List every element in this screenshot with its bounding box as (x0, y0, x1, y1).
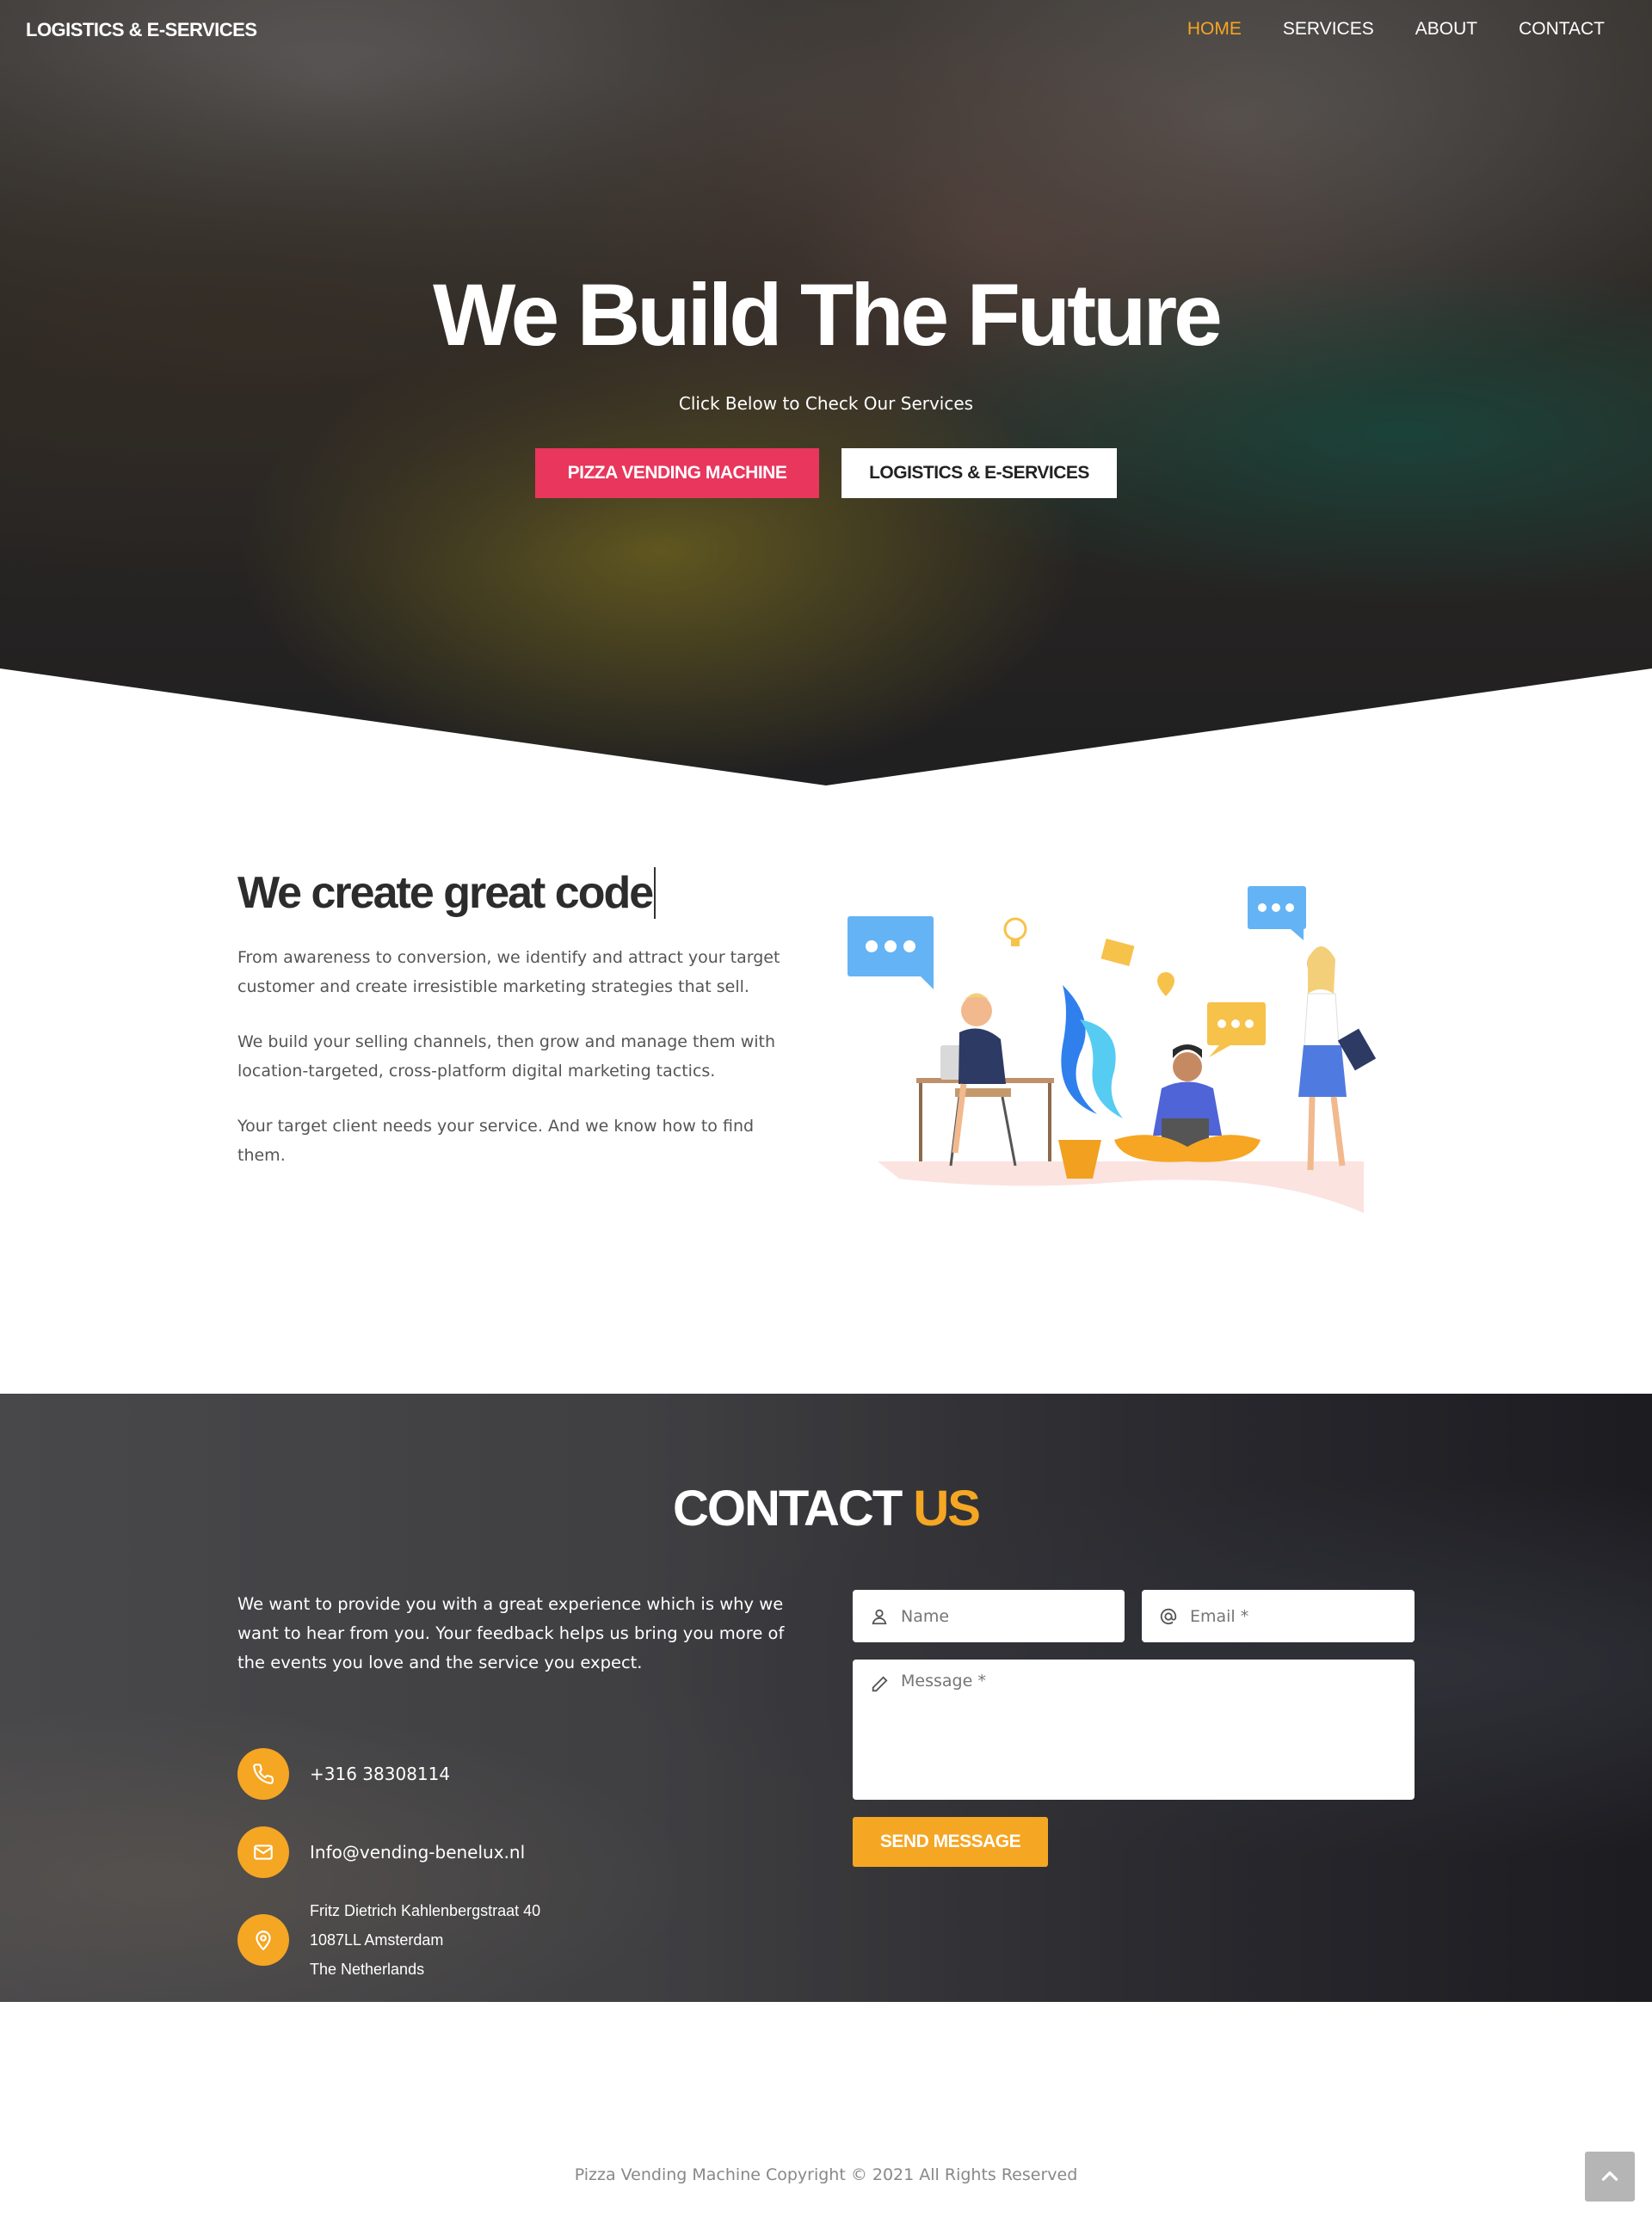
hero-title: We Build The Future (433, 266, 1223, 364)
nav-menu: HOME SERVICES ABOUT CONTACT (1187, 19, 1605, 40)
email-field (1142, 1590, 1415, 1642)
name-field (853, 1590, 1125, 1642)
footer: Pizza Vending Machine Copyright © 2021 A… (0, 2002, 1652, 2217)
about-paragraph: Your target client needs your service. A… (237, 1117, 755, 1165)
about-title: We create great code (237, 867, 656, 919)
phone-icon (237, 1748, 289, 1800)
hero-subtitle: Click Below to Check Our Services (678, 393, 974, 414)
phone-number[interactable]: +316 38308114 (310, 1764, 450, 1784)
address-text: Fritz Dietrich Kahlenbergstraat 40 1087L… (310, 1896, 540, 1984)
contact-title: CONTACT US (0, 1480, 1652, 1537)
nav-contact[interactable]: CONTACT (1519, 19, 1605, 40)
contact-intro: We want to provide you with a great expe… (237, 1594, 785, 1672)
about-text: We create great code From awareness to c… (237, 867, 788, 1170)
hero-buttons: PIZZA VENDING MACHINE LOGISTICS & E-SERV… (0, 448, 1652, 498)
team-working-illustration (848, 886, 1377, 1213)
pencil-icon (872, 1676, 888, 1692)
send-message-button[interactable]: SEND MESSAGE (853, 1817, 1048, 1867)
scroll-to-top-button[interactable] (1585, 2152, 1635, 2202)
navbar: LOGISTICS & E-SERVICES HOME SERVICES ABO… (0, 0, 1652, 62)
address-line: Fritz Dietrich Kahlenbergstraat 40 (310, 1902, 541, 1919)
name-input[interactable] (901, 1606, 1125, 1626)
address-line: The Netherlands (310, 1961, 425, 1978)
contact-section: CONTACT US We want to provide you with a… (0, 1394, 1652, 2002)
nav-services[interactable]: SERVICES (1283, 19, 1374, 40)
nav-about[interactable]: ABOUT (1415, 19, 1477, 40)
message-input[interactable] (901, 1660, 1415, 1800)
copyright-text: Pizza Vending Machine Copyright © 2021 A… (574, 2165, 1078, 2184)
map-pin-icon (237, 1914, 289, 1966)
contact-title-main: CONTACT (673, 1481, 903, 1537)
about-paragraph: We build your selling channels, then gro… (237, 1032, 776, 1081)
nav-home[interactable]: HOME (1187, 19, 1242, 40)
logistics-services-button[interactable]: LOGISTICS & E-SERVICES (841, 448, 1117, 498)
user-icon (872, 1609, 887, 1624)
hero-content: We Build The Future Click Below to Check… (0, 271, 1652, 498)
message-field (853, 1660, 1415, 1800)
chevron-up-icon (1601, 2171, 1618, 2181)
phone-info: +316 38308114 (237, 1748, 450, 1800)
email-info: Info@vending-benelux.nl (237, 1826, 525, 1878)
email-input[interactable] (1190, 1606, 1415, 1626)
at-icon (1160, 1608, 1177, 1624)
pizza-vending-machine-button[interactable]: PIZZA VENDING MACHINE (535, 448, 819, 498)
about-section: We create great code From awareness to c… (0, 787, 1652, 1394)
contact-title-accent: US (913, 1481, 981, 1537)
about-paragraph: From awareness to conversion, we identif… (237, 948, 780, 996)
address-line: 1087LL Amsterdam (310, 1931, 444, 1949)
envelope-icon (237, 1826, 289, 1878)
brand-logo[interactable]: LOGISTICS & E-SERVICES (26, 19, 257, 41)
address-info: Fritz Dietrich Kahlenbergstraat 40 1087L… (237, 1896, 540, 1984)
email-address[interactable]: Info@vending-benelux.nl (310, 1842, 525, 1863)
